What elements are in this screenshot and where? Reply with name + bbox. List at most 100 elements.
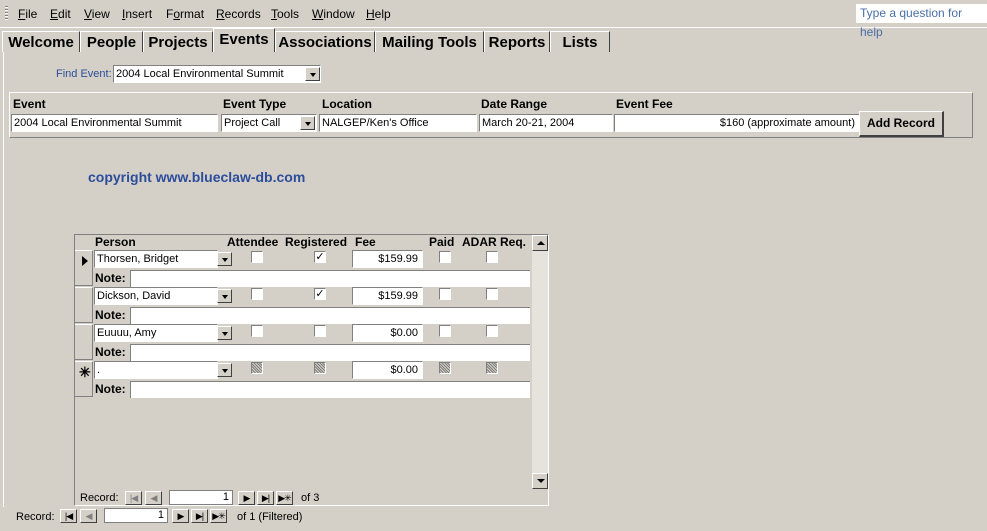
note-field[interactable]	[130, 270, 530, 287]
event-header: Event	[13, 97, 46, 111]
new-record-icon: ✳	[79, 364, 91, 380]
location-field[interactable]: NALGEP/Ken's Office	[319, 114, 477, 132]
main-next-record-icon[interactable]: ▶	[172, 509, 189, 523]
person-combo[interactable]: Thorsen, Bridget	[94, 250, 218, 268]
menu-file[interactable]: File	[18, 7, 37, 21]
main-record-count: of 1 (Filtered)	[237, 511, 303, 523]
menu-view[interactable]: View	[84, 7, 110, 21]
note-label: Note:	[95, 382, 126, 396]
tab-associations[interactable]: Associations	[275, 31, 375, 52]
main-last-record-icon[interactable]: ▶|	[191, 509, 208, 523]
record-selector[interactable]	[75, 250, 93, 286]
tab-mailing-tools[interactable]: Mailing Tools	[375, 31, 484, 52]
new-record-nav-icon[interactable]: ▶✳	[276, 491, 293, 505]
menu-bar: File Edit View Insert Format Records Too…	[0, 0, 987, 28]
adar-checkbox[interactable]	[486, 325, 498, 337]
paid-checkbox[interactable]	[439, 325, 451, 337]
table-row[interactable]: Dickson, David ✓ $159.99 Note:	[75, 287, 533, 324]
attendee-subform: Person Attendee Registered Fee Paid ADAR…	[74, 234, 549, 506]
event-fee-field[interactable]: $160 (approximate amount)	[614, 114, 860, 132]
person-dropdown-icon[interactable]	[217, 363, 232, 377]
date-range-field[interactable]: March 20-21, 2004	[479, 114, 613, 132]
subform-record-count: of 3	[301, 492, 320, 504]
tab-people[interactable]: People	[80, 31, 143, 52]
tab-strip: Welcome People Projects Events Associati…	[0, 28, 987, 52]
record-selector[interactable]	[75, 324, 93, 360]
table-row[interactable]: Euuuu, Amy $0.00 Note:	[75, 324, 533, 361]
note-field[interactable]	[130, 307, 530, 324]
scroll-up-icon[interactable]	[532, 235, 548, 251]
find-event-combo[interactable]: 2004 Local Environmental Summit	[113, 65, 321, 83]
event-name-field[interactable]: 2004 Local Environmental Summit	[11, 114, 218, 132]
copyright-text: copyright www.blueclaw-db.com	[88, 169, 306, 185]
event-type-dropdown-icon[interactable]	[300, 116, 315, 130]
adar-checkbox[interactable]	[486, 288, 498, 300]
main-first-record-icon[interactable]: |◀	[60, 509, 77, 523]
help-search-input[interactable]: Type a question for help	[856, 4, 987, 39]
note-field[interactable]	[130, 381, 530, 398]
menu-edit[interactable]: Edit	[50, 7, 71, 21]
scroll-down-icon[interactable]	[532, 473, 548, 489]
tab-lists[interactable]: Lists	[550, 31, 610, 52]
adar-checkbox[interactable]	[486, 362, 498, 374]
registered-checkbox[interactable]: ✓	[314, 251, 326, 263]
add-record-button[interactable]: Add Record	[859, 111, 944, 137]
prev-record-icon[interactable]: ◀	[145, 491, 162, 505]
person-dropdown-icon[interactable]	[217, 252, 232, 266]
fee-field[interactable]: $0.00	[352, 361, 423, 379]
main-prev-record-icon[interactable]: ◀	[80, 509, 97, 523]
next-record-icon[interactable]: ▶	[238, 491, 255, 505]
menu-tools[interactable]: Tools	[271, 7, 299, 21]
current-record-icon	[82, 256, 88, 266]
note-field[interactable]	[130, 344, 530, 361]
adar-checkbox[interactable]	[486, 251, 498, 263]
menu-records[interactable]: Records	[216, 7, 261, 21]
main-record-number[interactable]: 1	[104, 508, 168, 523]
new-record-row[interactable]: ✳ . $0.00 Note:	[75, 361, 533, 398]
note-label: Note:	[95, 271, 126, 285]
table-row[interactable]: Thorsen, Bridget ✓ $159.99 Note:	[75, 250, 533, 287]
fee-header: Fee	[355, 235, 376, 249]
attendee-checkbox[interactable]	[251, 325, 263, 337]
subform-record-number[interactable]: 1	[169, 490, 233, 505]
person-dropdown-icon[interactable]	[217, 326, 232, 340]
paid-checkbox[interactable]	[439, 288, 451, 300]
person-combo[interactable]: .	[94, 361, 218, 379]
person-combo[interactable]: Euuuu, Amy	[94, 324, 218, 342]
first-record-icon[interactable]: |◀	[125, 491, 142, 505]
fee-field[interactable]: $159.99	[352, 250, 423, 268]
adar-header: ADAR Req.	[462, 235, 527, 249]
attendee-checkbox[interactable]	[251, 288, 263, 300]
tab-projects[interactable]: Projects	[143, 31, 213, 52]
menu-grip[interactable]	[5, 6, 8, 21]
main-new-record-icon[interactable]: ▶✳	[210, 509, 227, 523]
menu-format[interactable]: Format	[166, 7, 204, 21]
tab-reports[interactable]: Reports	[484, 31, 550, 52]
last-record-icon[interactable]: ▶|	[257, 491, 274, 505]
fee-field[interactable]: $0.00	[352, 324, 423, 342]
attendee-checkbox[interactable]	[251, 251, 263, 263]
subform-record-label: Record:	[80, 492, 119, 504]
person-dropdown-icon[interactable]	[217, 289, 232, 303]
registered-checkbox[interactable]	[314, 325, 326, 337]
person-combo[interactable]: Dickson, David	[94, 287, 218, 305]
find-event-dropdown-icon[interactable]	[305, 67, 320, 81]
registered-checkbox[interactable]: ✓	[314, 288, 326, 300]
paid-checkbox[interactable]	[439, 251, 451, 263]
registered-header: Registered	[285, 235, 348, 249]
menu-insert[interactable]: Insert	[122, 7, 152, 21]
registered-checkbox[interactable]	[314, 362, 326, 374]
record-selector[interactable]: ✳	[75, 361, 93, 397]
event-type-header: Event Type	[223, 97, 287, 111]
attendee-checkbox[interactable]	[251, 362, 263, 374]
menu-window[interactable]: Window	[312, 7, 355, 21]
subform-scrollbar[interactable]	[532, 235, 548, 489]
record-selector[interactable]	[75, 287, 93, 323]
fee-field[interactable]: $159.99	[352, 287, 423, 305]
main-record-label: Record:	[16, 511, 55, 523]
tab-events[interactable]: Events	[213, 28, 275, 52]
menu-help[interactable]: Help	[366, 7, 391, 21]
paid-checkbox[interactable]	[439, 362, 451, 374]
paid-header: Paid	[429, 235, 455, 249]
tab-welcome[interactable]: Welcome	[2, 31, 80, 52]
